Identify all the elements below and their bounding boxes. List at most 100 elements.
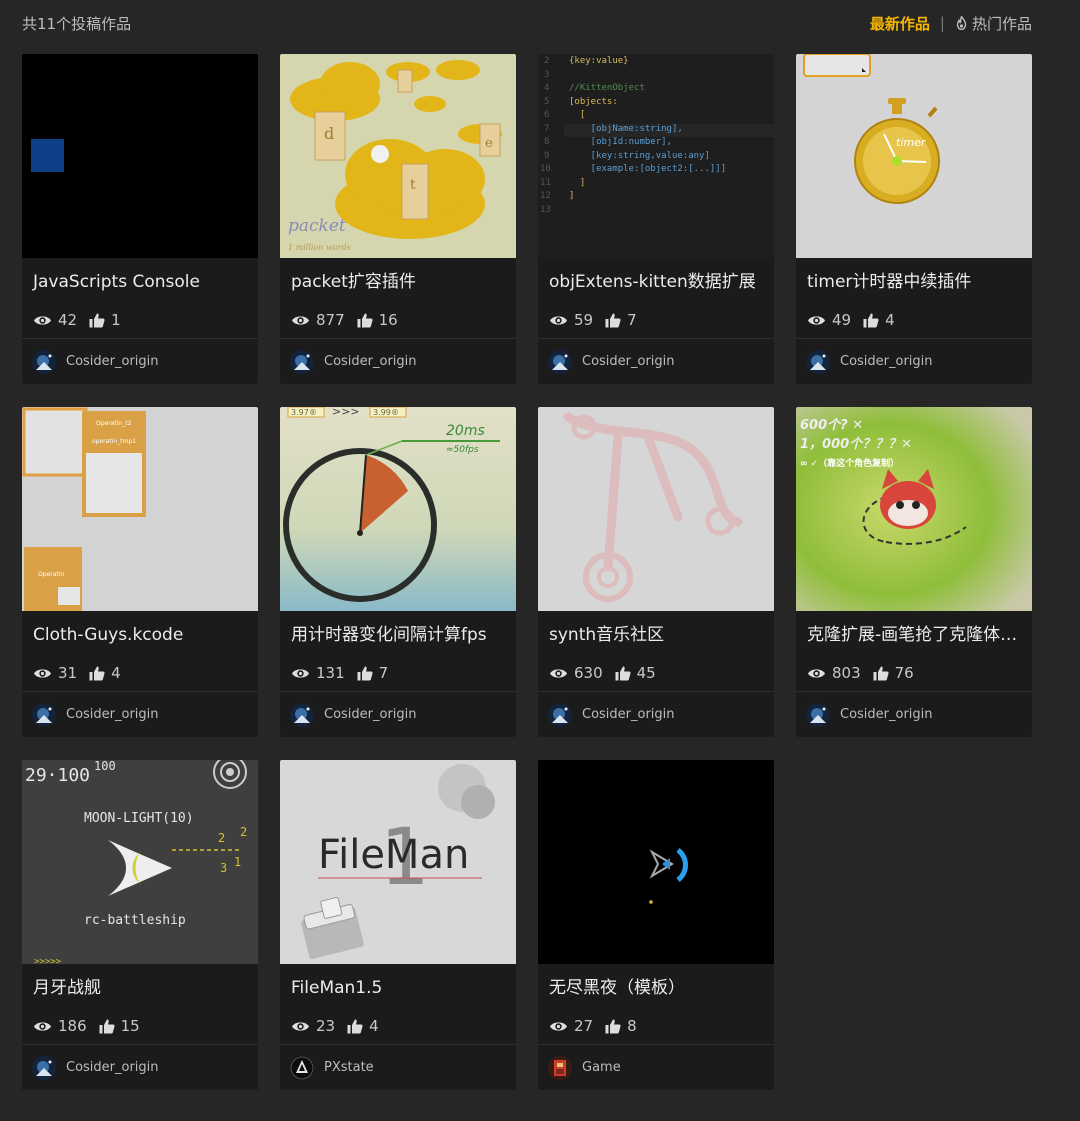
author-name[interactable]: Cosider_origin <box>840 354 933 369</box>
line-number: 9 <box>544 151 549 161</box>
work-thumbnail[interactable]: 2 3 4 5 6 7 8 9 10 11 12 13 {key:value} … <box>538 54 774 258</box>
work-title[interactable]: 月牙战舰 <box>22 964 258 1008</box>
eye-icon <box>550 315 567 325</box>
thumbs-up-icon <box>605 1019 621 1033</box>
code-line: ] <box>569 178 585 188</box>
work-stats: 186 15 <box>22 1008 258 1044</box>
view-count: 630 <box>549 664 603 682</box>
work-title[interactable]: objExtens-kitten数据扩展 <box>538 258 774 302</box>
work-thumbnail[interactable]: 20ms ≈50fps 3.97® >>> 3.99® <box>280 407 516 611</box>
work-author[interactable]: Cosider_origin <box>796 338 1032 384</box>
work-card[interactable]: Operatin_t2 operatin_tmp1 Operatin Cloth… <box>22 407 258 737</box>
view-count: 31 <box>33 664 77 682</box>
author-name[interactable]: Cosider_origin <box>840 707 933 722</box>
svg-text:d: d <box>324 124 334 143</box>
view-count: 59 <box>549 311 593 329</box>
svg-text:e: e <box>485 136 493 151</box>
work-title[interactable]: synth音乐社区 <box>538 611 774 655</box>
author-avatar[interactable] <box>548 702 572 727</box>
author-avatar[interactable] <box>290 349 314 374</box>
work-author[interactable]: Cosider_origin <box>796 691 1032 737</box>
thumb-text: FileMan <box>318 832 469 878</box>
code-line: //KittenObject <box>569 83 645 93</box>
work-thumbnail[interactable]: 600个? ✕ 1，000个？？？✕ ∞ ✓（靠这个角色复制） <box>796 407 1032 611</box>
author-name[interactable]: PXstate <box>324 1060 374 1075</box>
line-number: 3 <box>544 70 549 80</box>
like-count-value: 4 <box>111 664 121 682</box>
work-author[interactable]: Cosider_origin <box>538 691 774 737</box>
view-count-value: 49 <box>832 311 852 329</box>
work-title[interactable]: FileMan1.5 <box>280 964 516 1008</box>
work-thumbnail[interactable] <box>22 54 258 258</box>
work-author[interactable]: Cosider_origin <box>22 691 258 737</box>
author-avatar[interactable] <box>32 1055 56 1080</box>
work-author[interactable]: Cosider_origin <box>280 338 516 384</box>
thumbs-up-icon <box>615 666 631 680</box>
code-line: ] <box>569 191 574 201</box>
work-card[interactable]: 29·100 100 MOON-LIGHT(10) 2 2 3 1 rc-bat… <box>22 760 258 1090</box>
view-count: 42 <box>33 311 77 329</box>
author-avatar[interactable] <box>806 349 830 374</box>
thumb-text: 3.97® <box>291 408 317 417</box>
work-title[interactable]: 用计时器变化间隔计算fps <box>280 611 516 655</box>
work-title[interactable]: Cloth-Guys.kcode <box>22 611 258 655</box>
view-count-value: 803 <box>832 664 861 682</box>
work-card[interactable]: d e t packet 1 million words packet扩容插件 … <box>280 54 516 384</box>
work-author[interactable]: Game <box>538 1044 774 1090</box>
like-count-value: 76 <box>894 664 914 682</box>
code-line: [key:string,value:any] <box>569 151 710 161</box>
author-avatar[interactable] <box>548 1055 572 1080</box>
author-avatar[interactable] <box>290 1055 314 1080</box>
work-card[interactable]: 无尽黑夜（模板） 27 8 Game <box>538 760 774 1090</box>
work-thumbnail[interactable]: Operatin_t2 operatin_tmp1 Operatin <box>22 407 258 611</box>
author-name[interactable]: Cosider_origin <box>66 707 159 722</box>
work-card[interactable]: 600个? ✕ 1，000个？？？✕ ∞ ✓（靠这个角色复制） 克隆扩展-画笔抢… <box>796 407 1032 737</box>
thumb-text: operatin_tmp1 <box>92 438 136 445</box>
author-avatar[interactable] <box>548 349 572 374</box>
work-card[interactable]: 20ms ≈50fps 3.97® >>> 3.99® 用计时器变化间隔计算fp… <box>280 407 516 737</box>
author-name[interactable]: Cosider_origin <box>582 707 675 722</box>
work-author[interactable]: Cosider_origin <box>280 691 516 737</box>
work-card[interactable]: 1 FileMan FileMan1.5 23 4 PXstate <box>280 760 516 1090</box>
author-avatar[interactable] <box>806 702 830 727</box>
thumb-text: 600个? ✕ <box>800 417 863 433</box>
work-stats: 877 16 <box>280 302 516 338</box>
work-title[interactable]: JavaScripts Console <box>22 258 258 302</box>
work-thumbnail[interactable] <box>538 760 774 964</box>
like-count: 7 <box>357 664 388 682</box>
work-card[interactable]: JavaScripts Console 42 1 Cosider_origin <box>22 54 258 384</box>
author-name[interactable]: Cosider_origin <box>324 354 417 369</box>
work-thumbnail[interactable]: 29·100 100 MOON-LIGHT(10) 2 2 3 1 rc-bat… <box>22 760 258 964</box>
work-title[interactable]: packet扩容插件 <box>280 258 516 302</box>
author-name[interactable]: Cosider_origin <box>582 354 675 369</box>
tab-hot-works[interactable]: 热门作品 <box>955 13 1032 34</box>
author-avatar[interactable] <box>290 702 314 727</box>
author-name[interactable]: Cosider_origin <box>66 1060 159 1075</box>
author-name[interactable]: Game <box>582 1060 621 1075</box>
work-author[interactable]: Cosider_origin <box>538 338 774 384</box>
work-title[interactable]: 克隆扩展-画笔抢了克隆体的饭碗 <box>796 611 1032 655</box>
work-thumbnail[interactable] <box>538 407 774 611</box>
author-name[interactable]: Cosider_origin <box>324 707 417 722</box>
work-author[interactable]: Cosider_origin <box>22 338 258 384</box>
work-author[interactable]: Cosider_origin <box>22 1044 258 1090</box>
work-author[interactable]: PXstate <box>280 1044 516 1090</box>
work-card[interactable]: 2 3 4 5 6 7 8 9 10 11 12 13 {key:value} … <box>538 54 774 384</box>
like-count: 4 <box>347 1017 379 1035</box>
works-grid: JavaScripts Console 42 1 Cosider_origin <box>22 54 1032 1090</box>
author-avatar[interactable] <box>32 349 56 374</box>
work-title[interactable]: timer计时器中续插件 <box>796 258 1032 302</box>
work-thumbnail[interactable]: 1 FileMan <box>280 760 516 964</box>
author-name[interactable]: Cosider_origin <box>66 354 159 369</box>
tab-latest-works[interactable]: 最新作品 <box>870 13 930 34</box>
author-avatar[interactable] <box>32 702 56 727</box>
view-count: 803 <box>807 664 861 682</box>
work-title[interactable]: 无尽黑夜（模板） <box>538 964 774 1008</box>
work-thumbnail[interactable]: timer <box>796 54 1032 258</box>
work-thumbnail[interactable]: d e t packet 1 million words <box>280 54 516 258</box>
thumb-text: Operatin <box>38 571 64 578</box>
work-card[interactable]: synth音乐社区 630 45 Cosider_origin <box>538 407 774 737</box>
work-card[interactable]: timer timer计时器中续插件 49 4 Cosider_origin <box>796 54 1032 384</box>
works-header: 共11个投稿作品 最新作品 | 热门作品 <box>22 0 1032 46</box>
like-count: 76 <box>873 664 914 682</box>
